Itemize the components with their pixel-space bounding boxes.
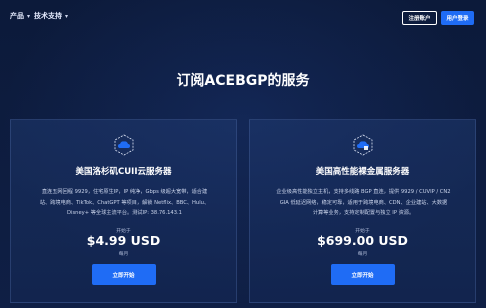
cloud-icon <box>114 134 133 156</box>
card-price: $699.00 USD <box>317 233 408 248</box>
card-title: 美国高性能裸金属服务器 <box>315 167 410 177</box>
page-title: 订阅ACEBGP的服务 <box>176 73 310 89</box>
card-desc-line: 计算等业务，支持定制配置与独立 IP 资源。 <box>312 210 415 217</box>
card-desc-line: 站、跨境电商、TikTok、ChatGPT 等项目，解锁 Netflix、BBC… <box>39 199 210 206</box>
start-now-button[interactable]: 立即开始 <box>330 264 395 285</box>
start-now-button[interactable]: 立即开始 <box>91 264 156 285</box>
card-price: $4.99 USD <box>86 233 161 248</box>
card-desc-line: Disney+ 等全球主流平台。测试IP: 38.76.143.1 <box>67 210 182 217</box>
price-period: 每月 <box>357 252 368 257</box>
card-description: 直连五网回程 9929，住宅原生IP，IP 纯净，Gbps 级超大宽带，适合建 … <box>23 187 226 219</box>
product-card-bare-metal: 美国高性能裸金属服务器 企业级高性能独立主机，支持多线路 BGP 直连，提供 9… <box>249 119 476 303</box>
chevron-down-icon: ▾ <box>65 12 69 20</box>
nav-products[interactable]: 产品 ▾ <box>10 11 30 21</box>
login-button[interactable]: 用户登录 <box>441 11 474 25</box>
nav-support-label: 技术支持 <box>34 12 62 20</box>
price-period: 每月 <box>118 252 129 257</box>
card-desc-line: GIA 低延迟网络，稳定可靠，适用于跨境电商、CDN、企业建站、大数据 <box>279 199 448 206</box>
server-cloud-icon <box>353 134 372 156</box>
nav-support[interactable]: 技术支持 ▾ <box>34 11 68 21</box>
chevron-down-icon: ▾ <box>27 12 31 20</box>
register-button[interactable]: 注册账户 <box>402 11 437 25</box>
nav-products-label: 产品 <box>10 12 24 20</box>
card-title: 美国洛杉矶CUII云服务器 <box>75 167 172 177</box>
product-card-la-cloud: 美国洛杉矶CUII云服务器 直连五网回程 9929，住宅原生IP，IP 纯净，G… <box>10 119 237 303</box>
card-desc-line: 企业级高性能独立主机，支持多线路 BGP 直连，提供 9929 / CUVIP … <box>276 189 451 195</box>
card-description: 企业级高性能独立主机，支持多线路 BGP 直连，提供 9929 / CUVIP … <box>262 187 465 219</box>
card-desc-line: 直连五网回程 9929，住宅原生IP，IP 纯净，Gbps 级超大宽带，适合建 <box>41 189 208 195</box>
top-navigation: 产品 ▾ 技术支持 ▾ 注册账户 用户登录 <box>0 0 486 34</box>
